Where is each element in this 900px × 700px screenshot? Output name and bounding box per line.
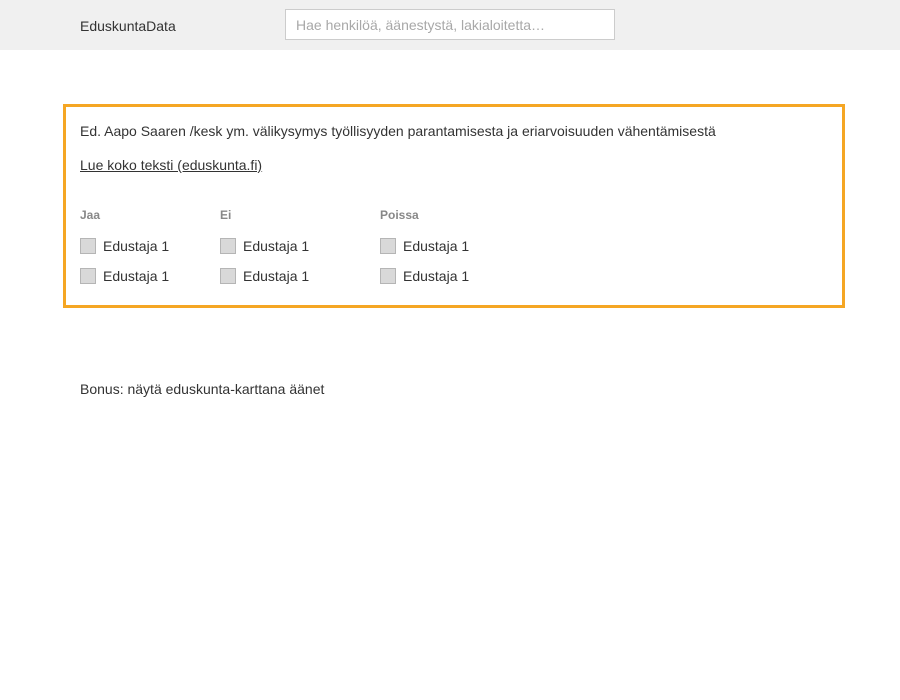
search-input[interactable] xyxy=(285,9,615,40)
member-item[interactable]: Edustaja 1 xyxy=(380,261,469,291)
member-name: Edustaja 1 xyxy=(403,268,470,284)
member-item[interactable]: Edustaja 1 xyxy=(80,261,169,291)
read-full-text-link[interactable]: Lue koko teksti (eduskunta.fi) xyxy=(80,156,262,174)
member-name: Edustaja 1 xyxy=(243,238,310,254)
member-checkbox[interactable] xyxy=(220,268,236,284)
member-name: Edustaja 1 xyxy=(243,268,310,284)
column-poissa: Poissa Edustaja 1 Edustaja 1 xyxy=(380,207,469,291)
column-heading-poissa: Poissa xyxy=(380,208,419,222)
member-name: Edustaja 1 xyxy=(403,238,470,254)
bonus-note: Bonus: näytä eduskunta-karttana äänet xyxy=(80,381,325,397)
brand-logo[interactable]: EduskuntaData xyxy=(80,17,176,35)
vote-card: Ed. Aapo Saaren /kesk ym. välikysymys ty… xyxy=(63,104,845,308)
column-heading-jaa: Jaa xyxy=(80,208,101,222)
member-item[interactable]: Edustaja 1 xyxy=(380,231,469,261)
vote-title: Ed. Aapo Saaren /kesk ym. välikysymys ty… xyxy=(80,123,716,139)
member-item[interactable]: Edustaja 1 xyxy=(80,231,169,261)
column-ei: Ei Edustaja 1 Edustaja 1 xyxy=(220,207,309,291)
member-checkbox[interactable] xyxy=(220,238,236,254)
member-checkbox[interactable] xyxy=(380,268,396,284)
member-checkbox[interactable] xyxy=(380,238,396,254)
member-item[interactable]: Edustaja 1 xyxy=(220,231,309,261)
member-item[interactable]: Edustaja 1 xyxy=(220,261,309,291)
member-checkbox[interactable] xyxy=(80,238,96,254)
member-name: Edustaja 1 xyxy=(103,268,170,284)
top-bar: EduskuntaData xyxy=(0,0,900,50)
column-jaa: Jaa Edustaja 1 Edustaja 1 xyxy=(80,207,169,291)
column-heading-ei: Ei xyxy=(220,208,232,222)
member-checkbox[interactable] xyxy=(80,268,96,284)
member-name: Edustaja 1 xyxy=(103,238,170,254)
